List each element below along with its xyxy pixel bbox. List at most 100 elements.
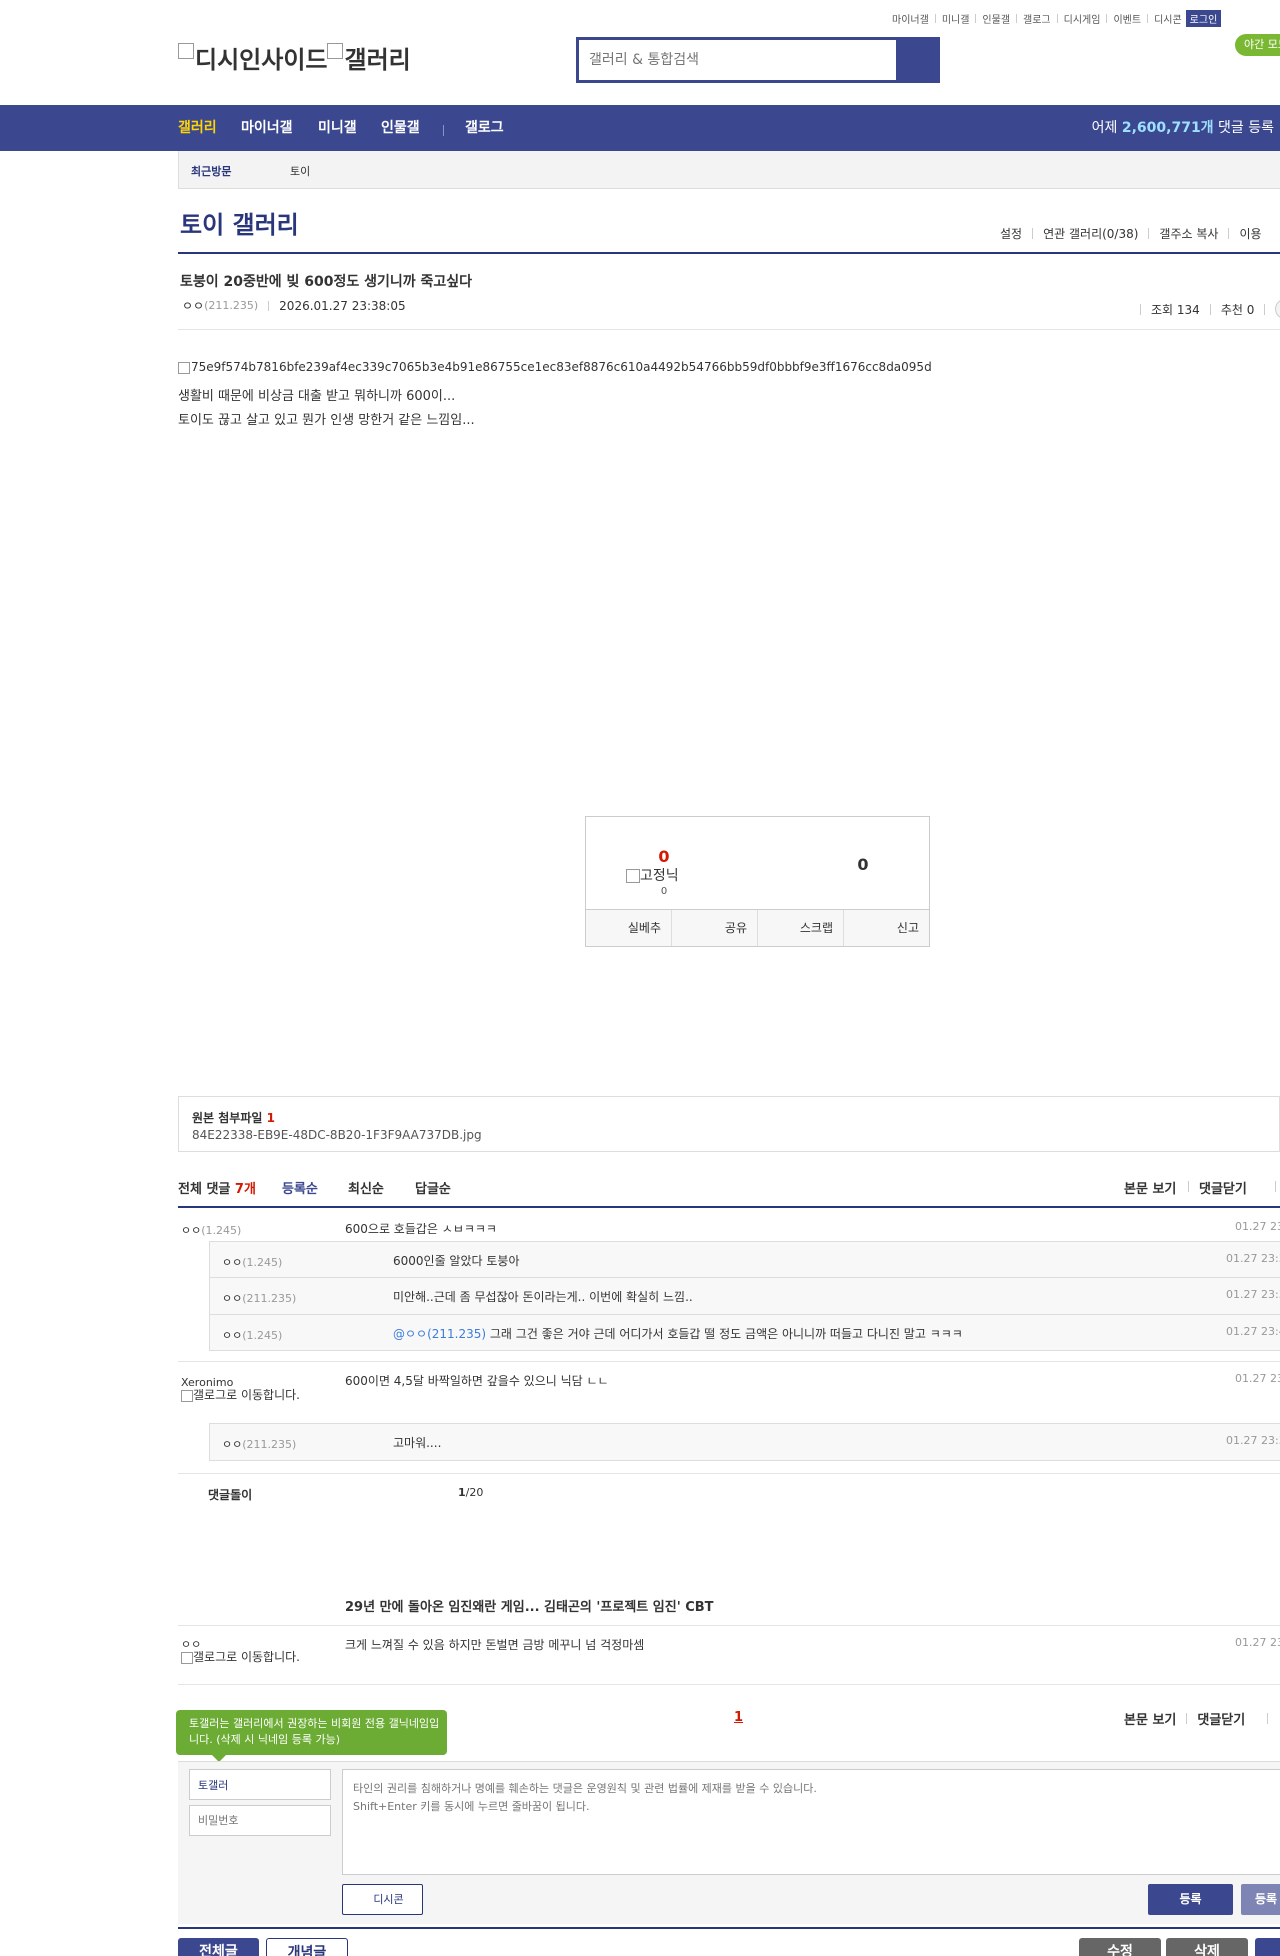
reply-date: 01.27 23:3 (1226, 1252, 1280, 1265)
gallery-title[interactable]: 토이 갤러리 (180, 205, 299, 240)
post-author-nick[interactable]: ㅇㅇ (182, 297, 204, 314)
post-image[interactable]: 75e9f574b7816bfe239af4ec339c7065b3e4b91e… (178, 360, 932, 374)
nick-ip: (1.245) (201, 1224, 242, 1237)
yesterday-comment-count: 어제 2,600,771개 댓글 등록 (1092, 105, 1274, 151)
comment-nick[interactable]: ㅇㅇ(1.245) (181, 1222, 241, 1238)
dolly-page-current: 1 (458, 1486, 466, 1499)
report-button[interactable]: 신고 (844, 910, 929, 946)
util-link-person[interactable]: 인물갤 (982, 11, 1010, 26)
night-mode-toggle[interactable]: 야간 모드 (1235, 34, 1280, 56)
broken-image-icon (327, 43, 344, 59)
nick-ip: (1.245) (242, 1256, 283, 1269)
gallog-link[interactable]: 갤로그로 이동합니다. (181, 1651, 306, 1664)
nick-ip: (1.245) (242, 1329, 283, 1342)
comment-write-box: 디시콘 등록 등록 (178, 1761, 1280, 1924)
scrap-button[interactable]: 스크랩 (758, 910, 844, 946)
comment-nick[interactable]: ㅇㅇ 갤로그로 이동합니다. (181, 1638, 306, 1664)
reply-item: ㅇㅇ(211.235) 미안해..근데 좀 무섭잖아 돈이라는게.. 이번에 확… (209, 1277, 1280, 1315)
login-button[interactable]: 로그인 (1185, 9, 1222, 27)
reply-nick[interactable]: ㅇㅇ(211.235) (222, 1436, 296, 1452)
attachment-file-link[interactable]: 84E22338-EB9E-48DC-8B20-1F3F9AA737DB.jpg (192, 1128, 482, 1142)
edit-button[interactable]: 수정 (1079, 1938, 1161, 1956)
attachment-label: 원본 첨부파일 (192, 1111, 263, 1125)
reply-text: @ㅇㅇ(211.235) 그래 그건 좋은 거야 근데 어디가서 호들갑 떨 정… (393, 1325, 963, 1342)
gallog-link[interactable]: 갤로그로 이동합니다. (181, 1389, 306, 1402)
reply-text-body: 그래 그건 좋은 거야 근데 어디가서 호들갑 떨 정도 금액은 아니니까 떠들… (486, 1327, 963, 1341)
gallery-alt-text: 갤러리 (344, 46, 411, 74)
divider (1209, 303, 1211, 315)
nav-minor[interactable]: 마이너갤 (241, 105, 293, 151)
sort-replies[interactable]: 답글순 (415, 1178, 451, 1197)
nav-gallery[interactable]: 갤러리 (178, 105, 217, 151)
comment-textarea[interactable] (342, 1769, 1280, 1875)
sort-registered[interactable]: 등록순 (282, 1178, 318, 1197)
reply-item: ㅇㅇ(1.245) 6000인줄 알았다 토붕아 01.27 23:3 (209, 1241, 1280, 1278)
recommended-posts-button[interactable]: 개념글 (266, 1938, 348, 1956)
close-comments-button[interactable]: 댓글닫기 (1199, 1178, 1247, 1197)
register-button[interactable]: 등록 (1148, 1884, 1233, 1915)
delete-button[interactable]: 삭제 (1166, 1938, 1248, 1956)
util-link-game[interactable]: 디시게임 (1064, 11, 1101, 26)
reply-nick[interactable]: ㅇㅇ(1.245) (222, 1254, 282, 1270)
divider (1140, 303, 1141, 315)
nav-mini[interactable]: 미니갤 (318, 105, 357, 151)
util-link-gallog[interactable]: 갤로그 (1023, 11, 1051, 26)
comments-total: 전체 댓글 7개 (178, 1178, 256, 1197)
share-button[interactable]: 공유 (672, 910, 758, 946)
reply-mention[interactable]: @ㅇㅇ(211.235) (393, 1327, 486, 1341)
sort-latest[interactable]: 최신순 (348, 1178, 384, 1197)
search-input[interactable] (579, 40, 896, 80)
reply-text: 6000인줄 알았다 토붕아 (393, 1254, 520, 1268)
util-link-event[interactable]: 이벤트 (1113, 11, 1141, 26)
nick-ip: (211.235) (242, 1292, 297, 1305)
register-recommend-button[interactable]: 등록 (1241, 1884, 1280, 1915)
real-best-recommend-button[interactable]: 실베추 (586, 910, 672, 946)
comment-page-current[interactable]: 1 (734, 1710, 743, 1725)
copy-gallery-url-link[interactable]: 갤주소 복사 (1159, 225, 1218, 242)
view-body-button[interactable]: 본문 보기 (1124, 1709, 1176, 1728)
divider (1056, 13, 1058, 23)
recent-visits-title: 최근방문 (191, 165, 232, 178)
broken-image-icon (178, 43, 194, 59)
divider (1032, 228, 1034, 239)
dolly-page-total: /20 (465, 1486, 484, 1499)
dccon-button[interactable]: 디시콘 (342, 1884, 423, 1915)
ad-article-link[interactable]: 29년 만에 돌아온 임진왜란 게임... 김태곤의 '프로젝트 임진' CBT (345, 1596, 714, 1615)
broken-image-icon (178, 361, 190, 374)
fixed-nick-recommend-count: 0 (660, 886, 668, 897)
close-comments-button[interactable]: 댓글닫기 (1197, 1709, 1245, 1728)
nick-text: ㅇㅇ (222, 1329, 243, 1342)
util-link-mini[interactable]: 미니갤 (942, 11, 970, 26)
post-title: 토붕이 20중반에 빚 600정도 생기니까 죽고싶다 (180, 274, 473, 290)
nav-gallog[interactable]: 갤로그 (465, 105, 504, 151)
divider (1228, 228, 1230, 239)
gallery-settings-link[interactable]: 설정 (1000, 225, 1022, 242)
post-date: 2026.01.27 23:38:05 (279, 298, 406, 313)
broken-image-icon (626, 869, 640, 883)
write-button[interactable] (1255, 1938, 1280, 1956)
util-link-dccon[interactable]: 디시콘 (1154, 11, 1182, 26)
all-posts-button[interactable]: 전체글 (178, 1938, 259, 1956)
related-galleries-link[interactable]: 연관 갤러리(0/38) (1043, 225, 1138, 242)
post-views: 조회 134 (1151, 302, 1200, 317)
nav-person[interactable]: 인물갤 (381, 105, 420, 151)
post-recommend-count: 추천 0 (1220, 302, 1255, 317)
nickname-input[interactable] (189, 1769, 331, 1800)
divider (1188, 1181, 1189, 1192)
reply-item: ㅇㅇ(1.245) @ㅇㅇ(211.235) 그래 그건 좋은 거야 근데 어디… (209, 1314, 1280, 1351)
reply-text: 미안해..근데 좀 무섭잖아 돈이라는게.. 이번에 확실히 느낌.. (393, 1290, 693, 1304)
view-body-button[interactable]: 본문 보기 (1124, 1178, 1176, 1197)
recent-visit-item[interactable]: 토이 (290, 163, 310, 179)
util-link-minor[interactable]: 마이너갤 (892, 11, 929, 26)
attachment-count: 1 (266, 1111, 275, 1125)
password-input[interactable] (189, 1805, 331, 1836)
comment-nick[interactable]: Xeronimo 갤로그로 이동합니다. (181, 1376, 306, 1402)
title-divider (178, 252, 1280, 254)
search-button[interactable] (896, 40, 937, 80)
more-options-icon[interactable] (1275, 299, 1280, 319)
usage-link[interactable]: 이용 (1239, 225, 1261, 242)
site-logo[interactable]: 디시인사이드 갤러리 (178, 40, 411, 75)
reply-nick[interactable]: ㅇㅇ(1.245) (222, 1327, 282, 1343)
divider (1267, 1713, 1269, 1724)
reply-nick[interactable]: ㅇㅇ(211.235) (222, 1290, 296, 1306)
